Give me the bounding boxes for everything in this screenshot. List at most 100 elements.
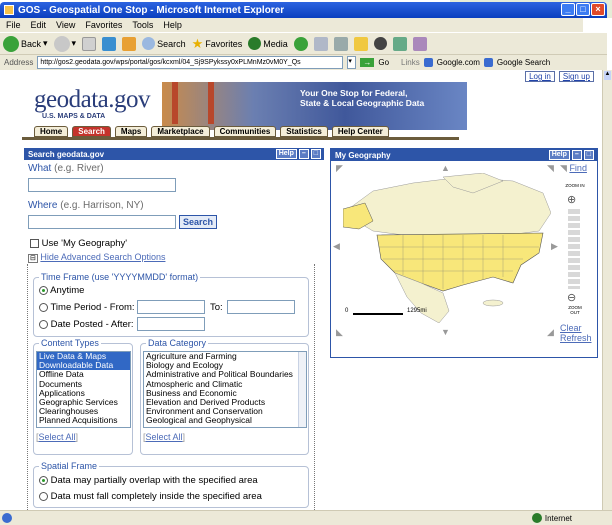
scroll-up-icon[interactable]: ▲ bbox=[604, 71, 611, 80]
data-category-select-all[interactable]: Select All bbox=[146, 432, 183, 442]
link-google[interactable]: Google.com bbox=[437, 58, 480, 67]
what-input[interactable] bbox=[28, 178, 176, 192]
date-posted-option[interactable]: Date Posted - After: bbox=[39, 319, 134, 330]
folder-icon[interactable] bbox=[353, 36, 368, 51]
site-logo[interactable]: geodata.gov bbox=[34, 86, 150, 114]
forward-button[interactable]: ▾ bbox=[53, 35, 76, 52]
pan-south-icon[interactable]: ▼ bbox=[441, 327, 450, 337]
pan-west-icon[interactable]: ◀ bbox=[333, 241, 340, 252]
mail-icon[interactable] bbox=[313, 36, 328, 51]
geo-restore-button[interactable]: □ bbox=[583, 150, 594, 160]
link-page-icon bbox=[423, 58, 433, 67]
overlap-radio[interactable] bbox=[39, 475, 48, 485]
menu-file[interactable]: File bbox=[6, 20, 21, 30]
tab-maps[interactable]: Maps bbox=[114, 126, 148, 137]
go-button[interactable]: → bbox=[360, 58, 375, 67]
time-period-option[interactable]: Time Period - From: bbox=[39, 302, 135, 313]
tab-marketplace[interactable]: Marketplace bbox=[151, 126, 210, 137]
data-category-list[interactable]: Agriculture and Farming Biology and Ecol… bbox=[143, 351, 307, 428]
scale-start-label: 0 bbox=[345, 308, 349, 314]
page-scrollbar[interactable]: ▲ bbox=[602, 70, 612, 510]
home-icon[interactable] bbox=[122, 36, 137, 51]
content-type-item[interactable]: Planned Acquisitions bbox=[37, 416, 130, 425]
tab-communities[interactable]: Communities bbox=[213, 126, 277, 137]
tab-home[interactable]: Home bbox=[34, 126, 69, 137]
media-button[interactable]: Media bbox=[248, 37, 288, 50]
tab-help-center[interactable]: Help Center bbox=[331, 126, 389, 137]
search-submit-button[interactable]: Search bbox=[179, 215, 218, 229]
pan-southwest-icon[interactable]: ◣ bbox=[336, 327, 343, 338]
favorites-button[interactable]: ★ Favorites bbox=[192, 36, 243, 52]
search-restore-button[interactable]: □ bbox=[310, 149, 321, 159]
site-banner: geodata.gov U.S. MAPS & DATA Your One St… bbox=[0, 70, 602, 140]
menu-edit[interactable]: Edit bbox=[31, 20, 47, 30]
minimize-button[interactable]: _ bbox=[561, 3, 575, 16]
content-types-list[interactable]: Live Data & Maps Downloadable Data Offli… bbox=[36, 351, 131, 428]
pan-northwest-icon[interactable]: ◤ bbox=[336, 163, 343, 174]
address-dropdown[interactable]: ▾ bbox=[347, 56, 357, 69]
print-icon[interactable] bbox=[333, 36, 348, 51]
history-icon[interactable] bbox=[293, 36, 308, 51]
data-category-scrollbar[interactable] bbox=[298, 352, 306, 427]
zoom-in-icon[interactable]: ⊕ bbox=[567, 193, 576, 206]
zoom-slider[interactable] bbox=[568, 209, 580, 289]
login-link[interactable]: Log in bbox=[525, 71, 555, 82]
tab-search[interactable]: Search bbox=[72, 126, 111, 137]
tool2-icon[interactable] bbox=[412, 36, 427, 51]
date-posted-radio[interactable] bbox=[39, 319, 48, 329]
refresh-link[interactable]: Refresh bbox=[560, 333, 592, 343]
geo-minimize-button[interactable]: – bbox=[571, 150, 582, 160]
back-button[interactable]: Back ▾ bbox=[3, 35, 48, 52]
hide-options-link[interactable]: Hide Advanced Search Options bbox=[40, 252, 165, 262]
map-view[interactable] bbox=[343, 173, 551, 323]
data-category-item[interactable]: Geological and Geophysical bbox=[144, 416, 306, 425]
find-link[interactable]: Find bbox=[569, 163, 587, 173]
time-period-radio[interactable] bbox=[39, 302, 48, 312]
inside-option[interactable]: Data must fall completely inside the spe… bbox=[39, 491, 262, 502]
geo-help-button[interactable]: Help bbox=[548, 150, 570, 160]
tool-icon[interactable] bbox=[392, 36, 407, 51]
data-category-legend: Data Category bbox=[146, 338, 209, 348]
time-to-input[interactable] bbox=[227, 300, 295, 314]
inside-radio[interactable] bbox=[39, 491, 48, 501]
where-label-row: Where (e.g. Harrison, NY) bbox=[28, 200, 144, 211]
address-input[interactable]: http://gos2.geodata.gov/wps/portal/gos/k… bbox=[37, 56, 344, 69]
where-input[interactable] bbox=[28, 215, 176, 229]
spatial-frame-legend: Spatial Frame bbox=[39, 461, 100, 471]
overlap-option[interactable]: Data may partially overlap with the spec… bbox=[39, 475, 258, 486]
link-google-search[interactable]: Google Search bbox=[497, 58, 550, 67]
search-minimize-button[interactable]: – bbox=[298, 149, 309, 159]
window-title-bar[interactable]: GOS - Geospatial One Stop - Microsoft In… bbox=[0, 2, 607, 18]
menu-tools[interactable]: Tools bbox=[132, 20, 153, 30]
anytime-radio[interactable] bbox=[39, 285, 48, 295]
menu-view[interactable]: View bbox=[56, 20, 75, 30]
anytime-option[interactable]: Anytime bbox=[39, 285, 84, 296]
bridge-tower-image bbox=[172, 82, 178, 124]
zoom-out-label: ZOOM OUT bbox=[568, 305, 582, 315]
messenger-icon[interactable] bbox=[373, 37, 387, 50]
pan-north-icon[interactable]: ▲ bbox=[441, 163, 450, 173]
go-label[interactable]: Go bbox=[378, 58, 389, 67]
menu-favorites[interactable]: Favorites bbox=[85, 20, 122, 30]
date-posted-input[interactable] bbox=[137, 317, 205, 331]
clear-link[interactable]: Clear bbox=[560, 323, 582, 333]
tab-statistics[interactable]: Statistics bbox=[280, 126, 328, 137]
content-types-legend: Content Types bbox=[39, 338, 101, 348]
collapse-icon[interactable]: ⊟ bbox=[28, 254, 38, 263]
menu-help[interactable]: Help bbox=[163, 20, 182, 30]
time-from-input[interactable] bbox=[137, 300, 205, 314]
pan-southeast-icon[interactable]: ◢ bbox=[547, 327, 554, 338]
search-button[interactable]: Search bbox=[142, 37, 186, 50]
refresh-icon[interactable] bbox=[102, 36, 117, 51]
pan-east-icon[interactable]: ▶ bbox=[551, 241, 558, 252]
signup-link[interactable]: Sign up bbox=[558, 71, 594, 82]
stop-icon[interactable] bbox=[82, 36, 97, 51]
close-button[interactable]: × bbox=[591, 3, 605, 16]
zoom-out-icon[interactable]: ⊖ bbox=[567, 291, 576, 304]
search-help-button[interactable]: Help bbox=[275, 149, 297, 159]
hide-options-row: ⊟ Hide Advanced Search Options bbox=[28, 252, 165, 263]
use-geography-checkbox[interactable] bbox=[30, 238, 39, 248]
maximize-button[interactable]: □ bbox=[576, 3, 590, 16]
content-types-select-all[interactable]: Select All bbox=[39, 432, 76, 442]
data-category-select-all-row: [Select All] bbox=[143, 432, 186, 442]
